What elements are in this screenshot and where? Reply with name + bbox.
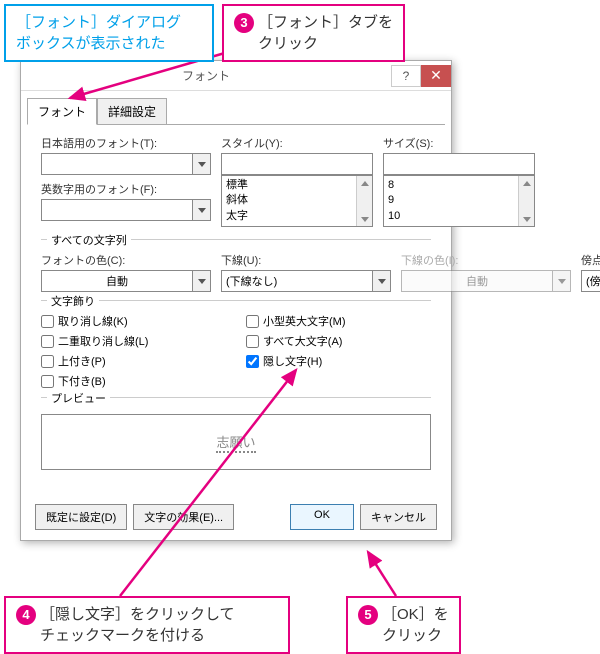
input-ulcolor xyxy=(402,271,552,291)
combo-underline[interactable] xyxy=(221,270,391,292)
label-allchars: すべての文字列 xyxy=(47,232,131,248)
callout-info-line1: ［フォント］ダイアログ ボックスが表示された xyxy=(16,14,181,52)
label-emphasis: 傍点(:) xyxy=(581,252,600,268)
tabstrip: フォント 詳細設定 xyxy=(21,91,451,124)
combo-fontcolor[interactable] xyxy=(41,270,211,292)
chevron-down-icon[interactable] xyxy=(192,271,210,291)
label-fontcolor: フォントの色(C): xyxy=(41,252,211,268)
ok-button[interactable]: OK xyxy=(290,504,354,530)
label-underline: 下線(U): xyxy=(221,252,391,268)
button-row: 既定に設定(D) 文字の効果(E)... OK キャンセル xyxy=(21,494,451,540)
combo-emphasis[interactable] xyxy=(581,270,600,292)
chevron-down-icon[interactable] xyxy=(372,271,390,291)
tab-font[interactable]: フォント xyxy=(27,98,97,125)
check-allcaps[interactable]: すべて大文字(A) xyxy=(246,333,431,349)
callout-step3-text: ［フォント］タブを クリック xyxy=(258,12,393,54)
label-size: サイズ(S): xyxy=(383,135,535,151)
callout-step5: 5［OK］を クリック xyxy=(346,596,461,654)
callout-step5-text: ［OK］を クリック xyxy=(382,604,449,646)
input-style[interactable] xyxy=(221,153,373,175)
check-sub[interactable]: 下付き(B) xyxy=(41,373,226,389)
help-button[interactable]: ? xyxy=(391,65,421,87)
combo-enfont[interactable] xyxy=(41,199,211,221)
size-options[interactable]: 8 9 10 xyxy=(384,176,518,226)
preview-text: 志願い xyxy=(216,432,255,453)
callout-step4-text: ［隠し文字］をクリックして チェックマークを付ける xyxy=(40,604,235,646)
label-preview: プレビュー xyxy=(47,390,110,406)
check-super[interactable]: 上付き(P) xyxy=(41,353,226,369)
scroll-up-icon[interactable] xyxy=(357,176,372,190)
input-enfont[interactable] xyxy=(42,200,192,220)
chevron-down-icon[interactable] xyxy=(192,200,210,220)
scroll-down-icon[interactable] xyxy=(519,212,534,226)
chevron-down-icon[interactable] xyxy=(192,154,210,174)
default-button[interactable]: 既定に設定(D) xyxy=(35,504,127,530)
scrollbar[interactable] xyxy=(518,176,534,226)
scroll-up-icon[interactable] xyxy=(519,176,534,190)
callout-info: ［フォント］ダイアログ ボックスが表示された xyxy=(4,4,214,62)
input-size[interactable] xyxy=(383,153,535,175)
input-fontcolor[interactable] xyxy=(42,271,192,291)
font-dialog: フォント ? ✕ フォント 詳細設定 日本語用のフォント(T): 英数字用のフォ… xyxy=(20,60,452,541)
text-effects-button[interactable]: 文字の効果(E)... xyxy=(133,504,234,530)
label-enfont: 英数字用のフォント(F): xyxy=(41,181,211,197)
input-underline[interactable] xyxy=(222,271,372,291)
check-smallcaps[interactable]: 小型英大文字(M) xyxy=(246,313,431,329)
step-badge-4: 4 xyxy=(16,605,36,625)
callout-step3: 3［フォント］タブを クリック xyxy=(222,4,405,62)
preview-box: 志願い xyxy=(41,414,431,470)
scrollbar[interactable] xyxy=(356,176,372,226)
dialog-title: フォント xyxy=(21,67,391,84)
titlebar[interactable]: フォント ? ✕ xyxy=(21,61,451,91)
listbox-size[interactable]: 8 9 10 xyxy=(383,175,535,227)
input-emphasis[interactable] xyxy=(582,271,600,291)
label-decor: 文字飾り xyxy=(47,293,99,309)
listbox-style[interactable]: 標準 斜体 太字 xyxy=(221,175,373,227)
tab-advanced[interactable]: 詳細設定 xyxy=(97,98,167,125)
cancel-button[interactable]: キャンセル xyxy=(360,504,437,530)
chevron-down-icon xyxy=(552,271,570,291)
combo-jpfont[interactable] xyxy=(41,153,211,175)
label-ulcolor: 下線の色(I): xyxy=(401,252,571,268)
combo-ulcolor xyxy=(401,270,571,292)
input-jpfont[interactable] xyxy=(42,154,192,174)
callout-step4: 4［隠し文字］をクリックして チェックマークを付ける xyxy=(4,596,290,654)
step-badge-5: 5 xyxy=(358,605,378,625)
check-dstrike[interactable]: 二重取り消し線(L) xyxy=(41,333,226,349)
check-strike[interactable]: 取り消し線(K) xyxy=(41,313,226,329)
check-hidden[interactable]: 隠し文字(H) xyxy=(246,353,431,369)
dialog-body: 日本語用のフォント(T): 英数字用のフォント(F): スタイル(Y): 標準 … xyxy=(27,124,445,488)
label-jpfont: 日本語用のフォント(T): xyxy=(41,135,211,151)
label-style: スタイル(Y): xyxy=(221,135,373,151)
close-button[interactable]: ✕ xyxy=(421,65,451,87)
step-badge-3: 3 xyxy=(234,13,254,33)
style-options[interactable]: 標準 斜体 太字 xyxy=(222,176,356,226)
scroll-down-icon[interactable] xyxy=(357,212,372,226)
